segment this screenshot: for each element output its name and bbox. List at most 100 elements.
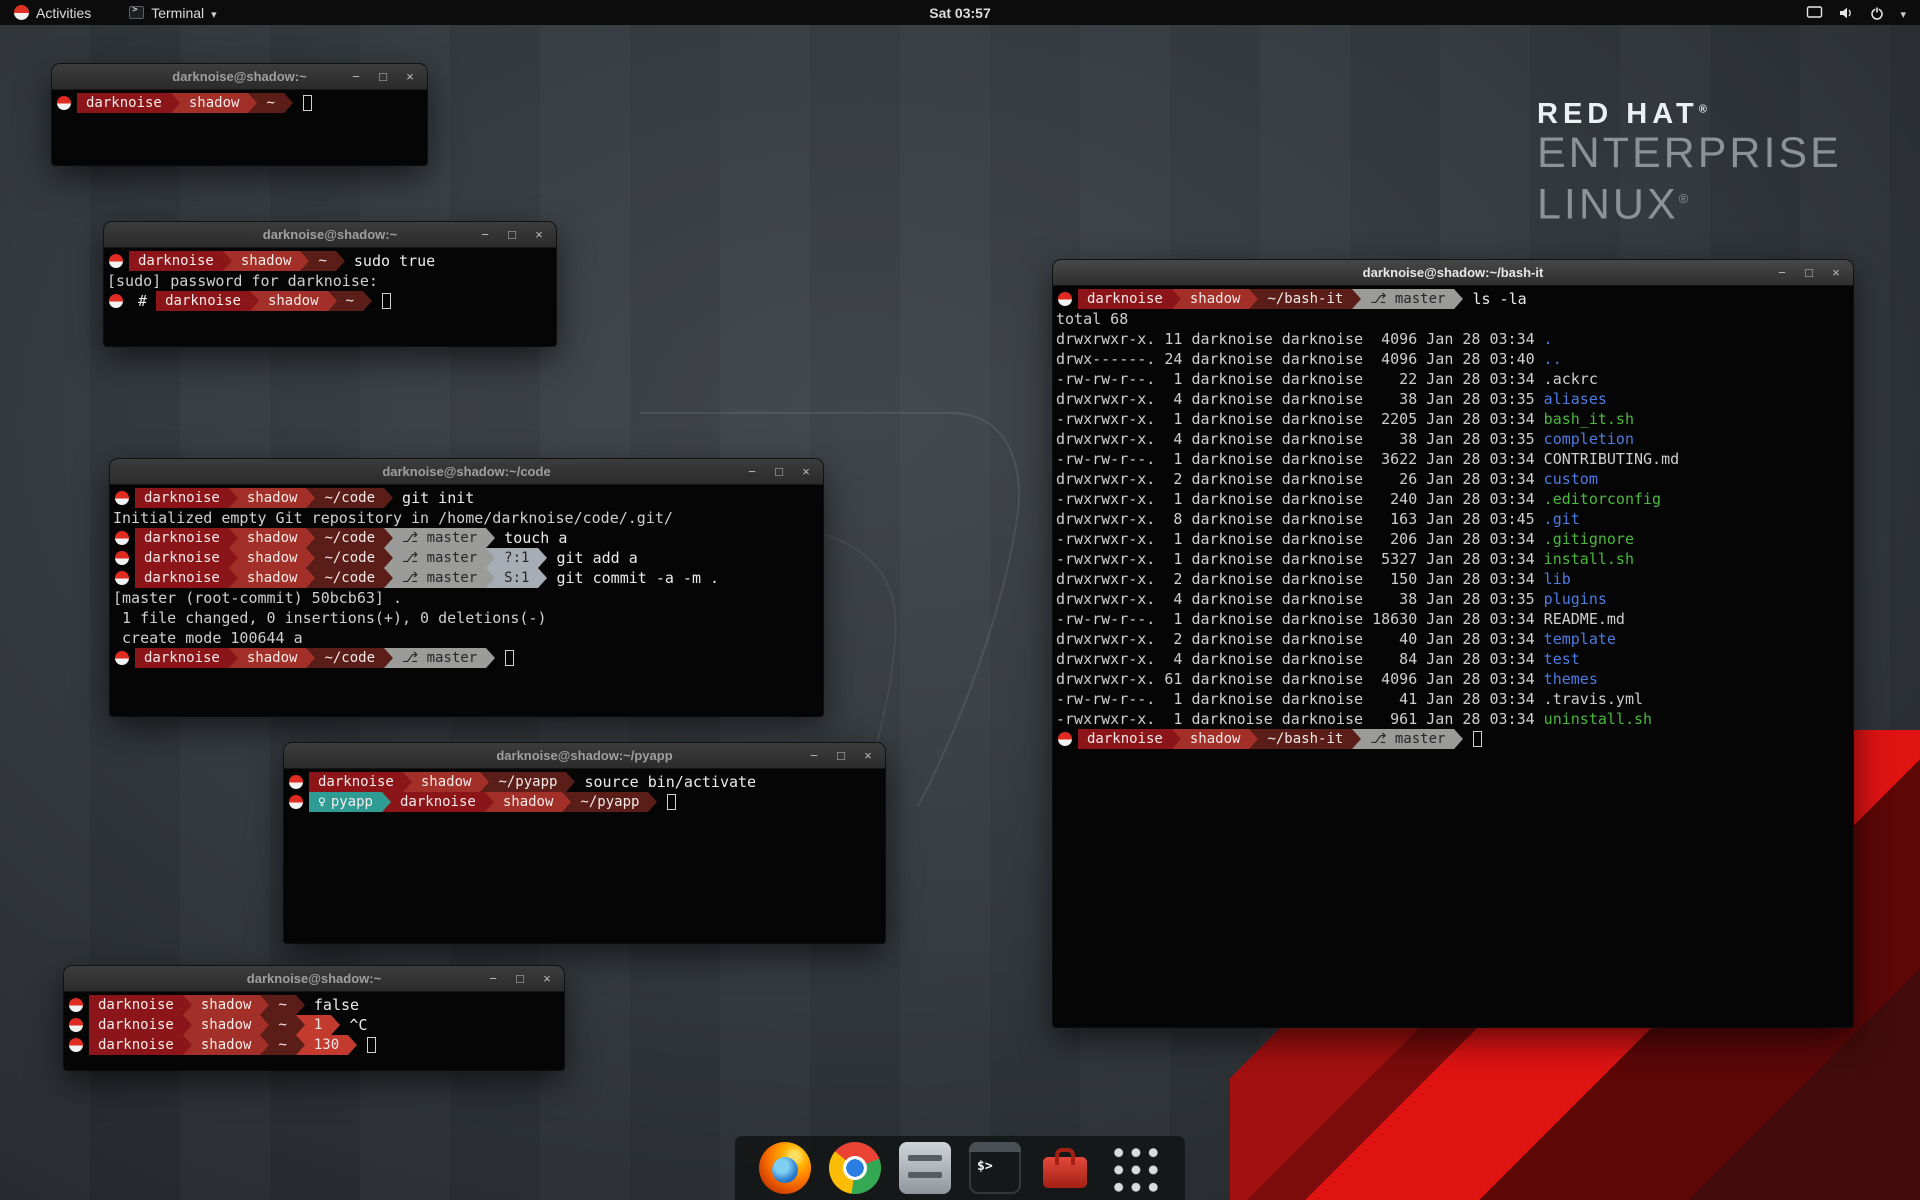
python-icon — [318, 794, 326, 810]
minimize-button[interactable]: − — [808, 743, 820, 769]
prompt-segment: ~ — [269, 1035, 295, 1055]
terminal-line: darknoiseshadow~/code⎇ masterS:1 git com… — [113, 568, 820, 588]
prompt-segment: ?:1 — [495, 548, 538, 568]
terminal-line: drwxrwxr-x. 4 darknoise darknoise 38 Jan… — [1056, 429, 1850, 449]
terminal-line: -rwxrwxr-x. 1 darknoise darknoise 2205 J… — [1056, 409, 1850, 429]
minimize-button[interactable]: − — [746, 459, 758, 485]
terminal-window[interactable]: darknoise@shadow:~/code − □ × darknoises… — [110, 459, 823, 716]
minimize-button[interactable]: − — [479, 222, 491, 248]
terminal-window[interactable]: darknoise@shadow:~/pyapp − □ × darknoise… — [284, 743, 885, 943]
prompt-segment: darknoise — [135, 488, 229, 508]
app-grid-icon[interactable] — [1109, 1142, 1161, 1194]
close-button[interactable]: × — [533, 222, 545, 248]
chrome-icon[interactable] — [829, 1142, 881, 1194]
terminal-line: -rwxrwxr-x. 1 darknoise darknoise 5327 J… — [1056, 549, 1850, 569]
prompt-segment: shadow — [238, 648, 307, 668]
terminal-text: drwxrwxr-x. 8 darknoise darknoise 163 Ja… — [1056, 510, 1544, 528]
terminal-window[interactable]: darknoise@shadow:~ − □ × darknoiseshadow… — [64, 966, 564, 1070]
display-icon[interactable] — [1806, 5, 1823, 20]
terminal-line: 1 file changed, 0 insertions(+), 0 delet… — [113, 608, 820, 628]
terminal-text: .editorconfig — [1544, 490, 1661, 508]
power-icon[interactable] — [1869, 5, 1885, 21]
segment-separator — [384, 548, 393, 568]
redhat-icon — [289, 795, 303, 809]
terminal-icon[interactable] — [969, 1142, 1021, 1194]
minimize-button[interactable]: − — [487, 966, 499, 992]
terminal-content[interactable]: darknoiseshadow~/bash-it⎇ master ls -lat… — [1053, 286, 1853, 1027]
maximize-button[interactable]: □ — [377, 64, 389, 90]
terminal-text: sudo true — [345, 252, 435, 270]
terminal-line: darknoiseshadow~/code⎇ master — [113, 648, 820, 668]
firefox-icon[interactable] — [759, 1142, 811, 1194]
close-button[interactable]: × — [1830, 260, 1842, 286]
maximize-button[interactable]: □ — [773, 459, 785, 485]
segment-separator — [486, 568, 495, 588]
maximize-button[interactable]: □ — [506, 222, 518, 248]
close-button[interactable]: × — [862, 743, 874, 769]
prompt-segment: ~/bash-it — [1258, 729, 1352, 749]
redhat-icon — [109, 254, 123, 268]
terminal-text: git commit -a -m . — [547, 569, 719, 587]
segment-separator — [306, 568, 315, 588]
activities-label: Activities — [36, 5, 91, 21]
close-button[interactable]: × — [800, 459, 812, 485]
prompt-segment: shadow — [238, 488, 307, 508]
terminal-cursor — [1473, 731, 1482, 747]
terminal-content[interactable]: darknoiseshadow~/code git initInitialize… — [110, 485, 823, 716]
titlebar[interactable]: darknoise@shadow:~/bash-it − □ × — [1053, 260, 1853, 286]
terminal-text: drwxrwxr-x. 2 darknoise darknoise 26 Jan… — [1056, 470, 1544, 488]
terminal-window[interactable]: darknoise@shadow:~ − □ × darknoiseshadow… — [104, 222, 556, 346]
terminal-text: completion — [1544, 430, 1634, 448]
prompt-segment: ~/pyapp — [489, 772, 566, 792]
segment-separator — [1454, 729, 1463, 749]
segment-separator — [384, 648, 393, 668]
volume-icon[interactable] — [1838, 5, 1854, 21]
minimize-button[interactable]: − — [1776, 260, 1788, 286]
terminal-text: -rw-rw-r--. 1 darknoise darknoise 41 Jan… — [1056, 690, 1544, 708]
titlebar[interactable]: darknoise@shadow:~ − □ × — [64, 966, 564, 992]
titlebar[interactable]: darknoise@shadow:~/code − □ × — [110, 459, 823, 485]
activities-button[interactable]: Activities — [8, 0, 97, 25]
terminal-window[interactable]: darknoise@shadow:~ − □ × darknoiseshadow… — [52, 64, 427, 165]
toolbox-icon[interactable] — [1039, 1142, 1091, 1194]
prompt-segment: ~/code — [315, 528, 384, 548]
segment-separator — [250, 291, 259, 311]
titlebar[interactable]: darknoise@shadow:~ − □ × — [52, 64, 427, 90]
minimize-button[interactable]: − — [350, 64, 362, 90]
terminal-content[interactable]: darknoiseshadow~ — [52, 90, 427, 165]
files-icon[interactable] — [899, 1142, 951, 1194]
terminal-line: -rwxrwxr-x. 1 darknoise darknoise 961 Ja… — [1056, 709, 1850, 729]
prompt-segment: shadow — [1181, 729, 1250, 749]
terminal-line: darknoiseshadow~/bash-it⎇ master ls -la — [1056, 289, 1850, 309]
rhel-logo-line2: ENTERPRISE — [1537, 131, 1842, 176]
clock[interactable]: Sat 03:57 — [0, 5, 1920, 21]
segment-separator — [486, 548, 495, 568]
terminal-text: drwxrwxr-x. 4 darknoise darknoise 84 Jan… — [1056, 650, 1544, 668]
close-button[interactable]: × — [404, 64, 416, 90]
terminal-content[interactable]: darknoiseshadow~ falsedarknoiseshadow~1 … — [64, 992, 564, 1070]
close-button[interactable]: × — [541, 966, 553, 992]
prompt-segment: darknoise — [135, 528, 229, 548]
terminal-text: drwxrwxr-x. 4 darknoise darknoise 38 Jan… — [1056, 390, 1544, 408]
app-menu-button[interactable]: Terminal — [123, 0, 222, 25]
terminal-text: touch a — [495, 529, 567, 547]
prompt-segment: 1 — [305, 1015, 331, 1035]
segment-separator — [331, 1015, 340, 1035]
terminal-text: [sudo] password for darknoise: — [107, 272, 387, 290]
terminal-text: -rw-rw-r--. 1 darknoise darknoise 18630 … — [1056, 610, 1544, 628]
maximize-button[interactable]: □ — [514, 966, 526, 992]
titlebar[interactable]: darknoise@shadow:~ − □ × — [104, 222, 556, 248]
prompt-segment: shadow — [238, 548, 307, 568]
terminal-content[interactable]: darknoiseshadow~ sudo true[sudo] passwor… — [104, 248, 556, 346]
titlebar[interactable]: darknoise@shadow:~/pyapp − □ × — [284, 743, 885, 769]
maximize-button[interactable]: □ — [1803, 260, 1815, 286]
terminal-text — [372, 292, 381, 310]
terminal-line: drwxrwxr-x. 11 darknoise darknoise 4096 … — [1056, 329, 1850, 349]
terminal-line: darknoiseshadow~/code⎇ master?:1 git add… — [113, 548, 820, 568]
chevron-down-icon[interactable] — [1900, 5, 1906, 21]
terminal-line: create mode 100644 a — [113, 628, 820, 648]
prompt-segment: darknoise — [77, 93, 171, 113]
terminal-content[interactable]: darknoiseshadow~/pyapp source bin/activa… — [284, 769, 885, 943]
maximize-button[interactable]: □ — [835, 743, 847, 769]
terminal-window-focused[interactable]: darknoise@shadow:~/bash-it − □ × darknoi… — [1053, 260, 1853, 1027]
